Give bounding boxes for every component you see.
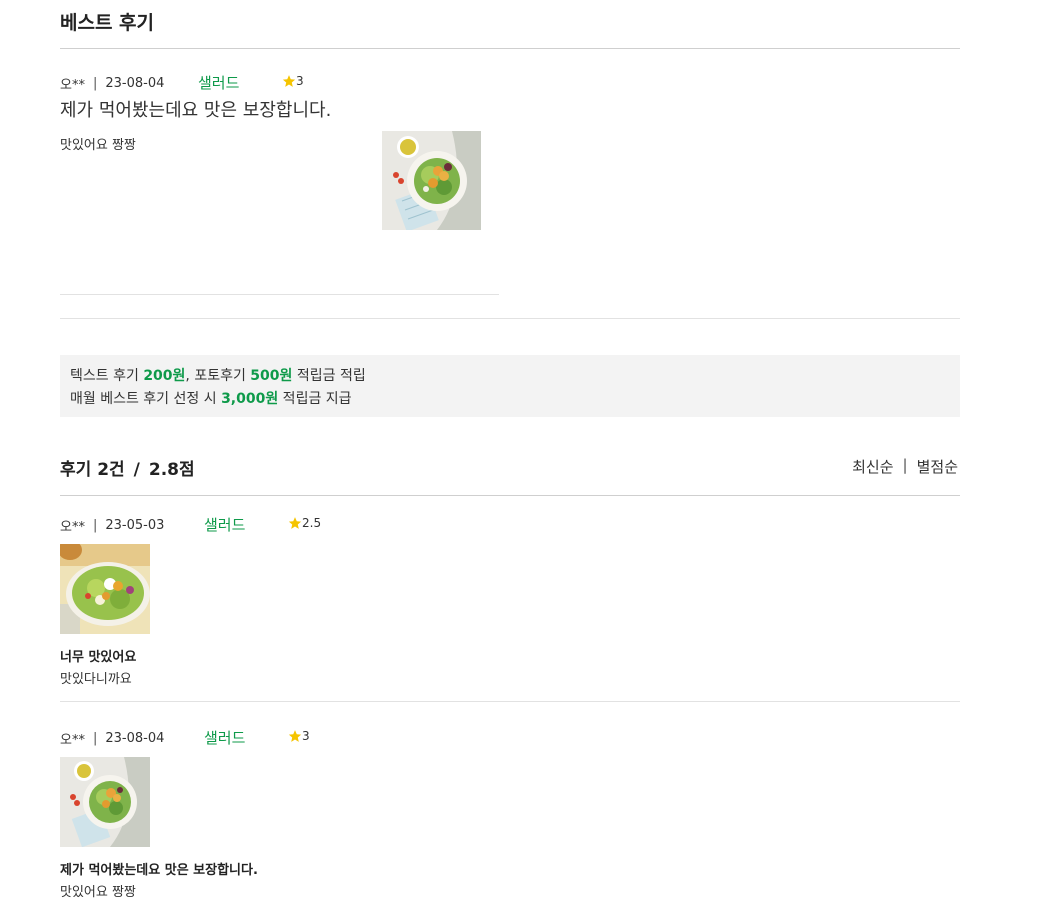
best-review-meta: 오** | 23-08-04 샐러드 3 (60, 74, 304, 93)
divider (60, 48, 960, 49)
review-category[interactable]: 샐러드 (204, 514, 245, 535)
review-rating: 3 (282, 74, 304, 88)
rating-value: 3 (296, 74, 304, 88)
review-meta: 오** | 23-08-04 샐러드 3 (60, 729, 310, 748)
review-meta: 오** | 23-05-03 샐러드 2.5 (60, 516, 321, 535)
divider (60, 318, 960, 319)
review-title: 너무 맛있어요 (60, 650, 137, 665)
salad-image (60, 757, 150, 847)
sort-options: 최신순 | 별점순 (852, 456, 958, 477)
meta-separator: | (92, 518, 98, 533)
meta-separator: | (92, 731, 98, 746)
meta-separator: | (92, 76, 98, 91)
review-author: 오** (60, 78, 85, 93)
review-date: 23-08-04 (105, 76, 165, 91)
best-review-heading: 베스트 후기 (60, 12, 155, 34)
review-photo[interactable] (60, 544, 150, 634)
review-date: 23-05-03 (105, 518, 165, 533)
review-category[interactable]: 샐러드 (204, 727, 245, 748)
review-author: 오** (60, 520, 85, 535)
best-review-body: 맛있어요 짱짱 (60, 138, 136, 153)
sort-latest[interactable]: 최신순 (852, 456, 893, 477)
star-icon (288, 730, 302, 742)
divider (60, 701, 960, 702)
review-category[interactable]: 샐러드 (198, 72, 239, 93)
review-summary: 후기 2건/2.8점 (60, 460, 195, 480)
rating-value: 2.5 (302, 516, 322, 530)
review-rating: 3 (288, 729, 310, 743)
divider (60, 294, 499, 295)
review-photo[interactable] (382, 131, 481, 230)
review-title: 제가 먹어봤는데요 맛은 보장합니다. (60, 863, 258, 878)
divider (60, 495, 960, 496)
review-photo[interactable] (60, 757, 150, 847)
salad-image (382, 131, 481, 230)
review-author: 오** (60, 733, 85, 748)
star-icon (288, 517, 302, 529)
rating-value: 3 (302, 729, 310, 743)
review-count: 후기 2건 (60, 460, 125, 480)
star-icon (282, 75, 296, 87)
review-body: 맛있다니까요 (60, 672, 132, 687)
average-score: 2.8점 (148, 460, 195, 480)
notice-line-1: 텍스트 후기 200원, 포토후기 500원 적립금 적립 (70, 368, 366, 384)
salad-image (60, 544, 150, 634)
review-body: 맛있어요 짱짱 (60, 885, 136, 900)
best-review-title: 제가 먹어봤는데요 맛은 보장합니다. (60, 100, 332, 121)
review-rating: 2.5 (288, 516, 321, 530)
notice-line-2: 매월 베스트 후기 선정 시 3,000원 적립금 지급 (70, 391, 352, 407)
reward-notice: 텍스트 후기 200원, 포토후기 500원 적립금 적립 매월 베스트 후기 … (60, 355, 960, 417)
sort-rating[interactable]: 별점순 (917, 456, 958, 477)
review-date: 23-08-04 (105, 731, 165, 746)
